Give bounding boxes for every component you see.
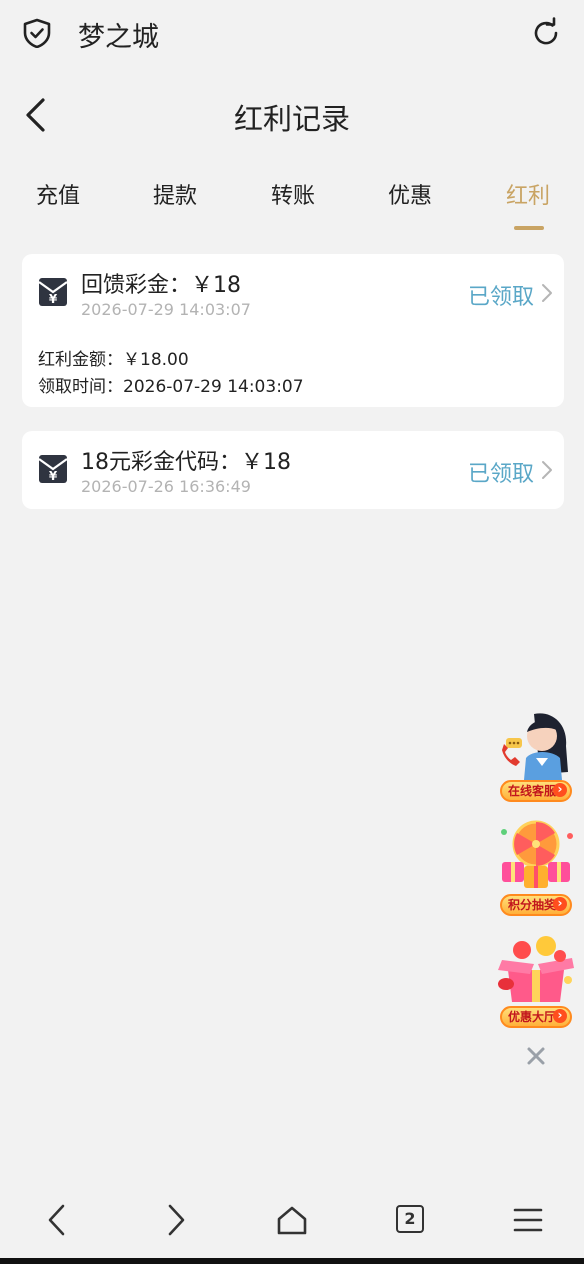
customer-service-widget[interactable]: 在线客服 <box>494 708 578 804</box>
shield-icon[interactable] <box>22 18 52 48</box>
record-status[interactable]: 已领取 <box>468 456 534 488</box>
page-header: 红利记录 <box>0 88 584 142</box>
tab-promotion[interactable]: 优惠 <box>360 178 460 210</box>
bonus-amount: 红利金额：￥18.00 <box>38 350 189 370</box>
gift-box-icon <box>498 936 574 1002</box>
record-tabs: 充值 提款 转账 优惠 红利 <box>0 172 584 232</box>
promotion-hall-widget[interactable]: 优惠大厅 <box>494 934 578 1030</box>
bottom-navigation: 2 <box>0 1184 584 1256</box>
refresh-icon[interactable] <box>530 17 562 49</box>
tabs-icon[interactable]: 2 <box>396 1205 424 1233</box>
lucky-draw-label: 积分抽奖 <box>500 894 572 916</box>
chevron-right-icon[interactable] <box>540 282 554 304</box>
record-status[interactable]: 已领取 <box>468 279 534 311</box>
tab-transfer[interactable]: 转账 <box>243 178 343 210</box>
svg-text:¥: ¥ <box>49 469 58 483</box>
svg-text:¥: ¥ <box>49 292 58 306</box>
browser-bar: 梦之城 <box>0 0 584 66</box>
bonus-record-card[interactable]: ¥ 18元彩金代码：￥18 2026-07-26 16:36:49 已领取 <box>22 431 564 509</box>
lucky-draw-widget[interactable]: 积分抽奖 <box>494 818 578 918</box>
home-icon[interactable] <box>272 1200 312 1240</box>
record-title: 回馈彩金：￥18 <box>81 273 241 298</box>
claim-time: 领取时间：2026-07-29 14:03:07 <box>38 377 304 397</box>
record-date: 2026-07-29 14:03:07 <box>81 300 251 319</box>
customer-service-icon <box>502 713 568 780</box>
forward-icon[interactable] <box>155 1200 195 1240</box>
customer-service-label: 在线客服 <box>500 780 572 802</box>
close-icon[interactable] <box>524 1044 548 1068</box>
tab-recharge[interactable]: 充值 <box>8 178 108 210</box>
promotion-hall-label: 优惠大厅 <box>500 1006 572 1028</box>
system-nav-edge <box>0 1258 584 1264</box>
record-date: 2026-07-26 16:36:49 <box>81 477 251 496</box>
record-title: 18元彩金代码：￥18 <box>81 450 291 475</box>
bonus-record-card[interactable]: ¥ 回馈彩金：￥18 2026-07-29 14:03:07 已领取 红利金额：… <box>22 254 564 407</box>
menu-icon[interactable] <box>508 1200 548 1240</box>
red-envelope-icon: ¥ <box>38 278 68 306</box>
red-envelope-icon: ¥ <box>38 455 68 483</box>
back-icon[interactable] <box>38 1200 78 1240</box>
page-title: 红利记录 <box>233 102 350 136</box>
lucky-wheel-icon <box>501 820 573 888</box>
app-title: 梦之城 <box>78 22 159 53</box>
active-tab-indicator <box>514 226 544 230</box>
tab-bonus[interactable]: 红利 <box>478 178 578 210</box>
tab-withdraw[interactable]: 提款 <box>125 178 225 210</box>
chevron-right-icon[interactable] <box>540 459 554 481</box>
